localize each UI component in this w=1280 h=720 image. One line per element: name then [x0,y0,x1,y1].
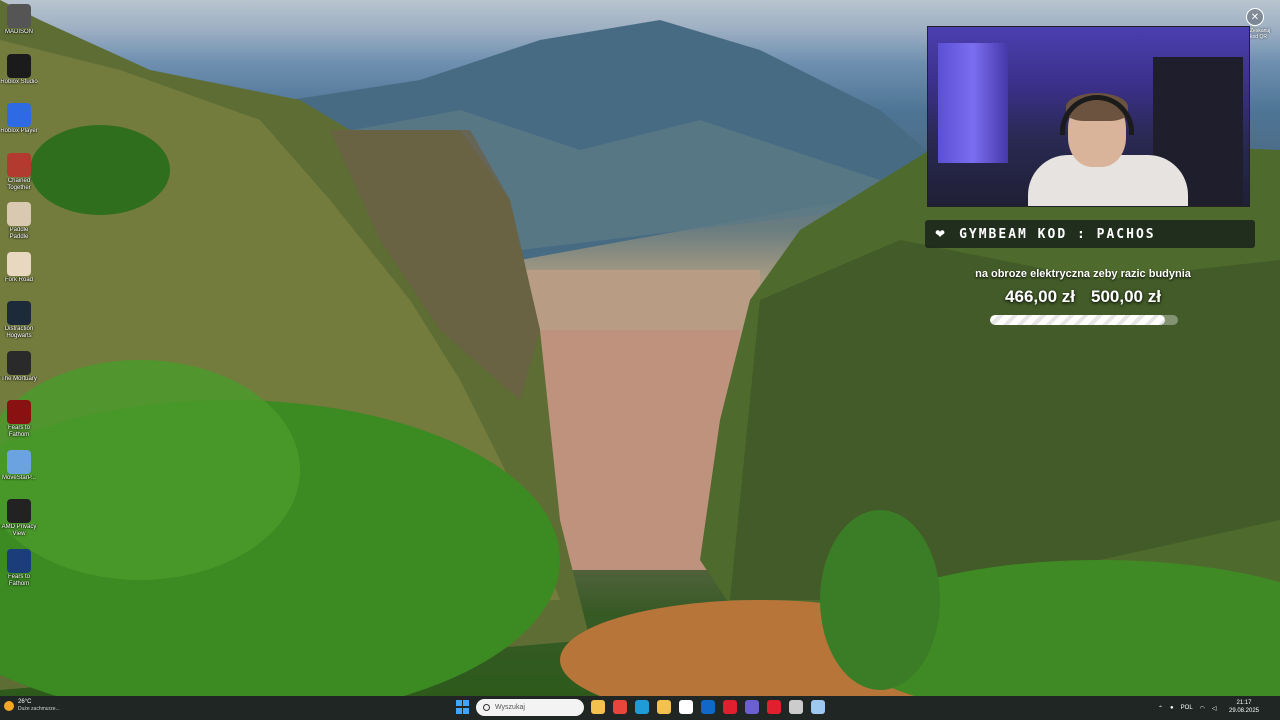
sponsor-banner: ❤ GYMBEAM KOD : PACHOS [925,220,1255,248]
obs-icon[interactable] [789,700,803,714]
desktop-shortcut-label: Paddle Paddle [9,227,29,240]
desktop-shortcut-label: Chained Together [7,177,31,191]
privacy-view-icon [7,499,31,523]
edge-icon[interactable] [635,700,649,714]
madison-icon [7,4,31,28]
desktop-shortcut-label: Roblox Studio [0,78,38,85]
desktop-shortcut-label: Fears to Fathom [7,573,30,587]
desktop-shortcut[interactable]: Fork Road [0,250,38,298]
desktop-shortcut[interactable]: Fears to Fathom [0,547,38,595]
weather-widget[interactable]: 26°C Duże zachmurze... [4,698,60,713]
fears-to-fathom-2-icon [7,548,31,573]
teams-icon[interactable] [745,700,759,714]
weather-icon [4,700,14,711]
desktop-shortcut-label: AMD Privacy View [1,524,37,537]
desktop-shortcut-label: MADISON [4,29,33,35]
clock-time: 21:17 [1236,700,1252,706]
desktop-shortcut-label: The Mortuary [1,375,37,382]
desktop-shortcut[interactable]: Roblox Player [0,101,38,149]
search-placeholder: Wyszukaj [495,704,525,711]
weather-temp: 26°C [18,699,32,705]
desktop-shortcut-label: Distraction Hogwarts [4,326,34,339]
opera-gx-icon[interactable] [767,700,781,714]
opera-icon[interactable] [723,700,737,714]
desktop-shortcut[interactable]: MoveStarP... [0,448,38,496]
webcam-window [938,43,1008,163]
volume-icon[interactable]: ◁ [1212,705,1217,712]
desktop-shortcut[interactable]: Distraction Hogwarts [0,299,38,347]
wifi-icon[interactable]: ◠ [1200,705,1205,712]
search-icon [483,704,490,711]
microphone-icon[interactable]: ● [1170,705,1174,711]
close-circle-icon[interactable]: ✕ [1246,8,1264,26]
file-explorer-icon[interactable] [591,700,605,714]
taskbar: 26°C Duże zachmurze... Wyszukaj ⌃ ● POL … [0,696,1280,720]
desktop-shortcut[interactable]: AMD Privacy View [0,497,38,545]
desktop-shortcut-label: Fears to Fathom [7,425,30,438]
paddle-icon [7,202,31,226]
store-icon[interactable] [679,700,693,714]
movestar-icon [7,449,31,474]
weather-condition: Duże zachmurze... [18,706,60,712]
goal-current: 466,00 zł [1005,287,1075,306]
fears-to-fathom-icon [7,400,31,424]
mortuary-icon [7,350,31,375]
desktop-shortcut-label: Roblox Player [0,128,38,134]
desktop-shortcut-label: MoveStarP... [2,474,36,481]
steam-icon[interactable] [811,700,825,714]
desktop-shortcut[interactable]: Roblox Studio [0,52,38,100]
goal-title: na obroze elektryczna zeby razic budynia [975,268,1191,280]
goal-target: 500,00 zł [1091,287,1161,306]
clock-date: 29.08.2025 [1228,708,1260,714]
chained-together-icon [7,152,31,177]
goal-progress-fill [990,315,1166,325]
desktop-shortcut-label: Fork Road [4,276,33,283]
system-tray: ⌃ ● POL ◠ ◁ [1158,696,1217,720]
heart-icon: ❤ [935,227,946,241]
language-indicator[interactable]: POL [1181,705,1193,711]
sponsor-text: GYMBEAM KOD : PACHOS [959,226,1156,242]
outlook-icon[interactable] [701,700,715,714]
tray-chevron-icon[interactable]: ⌃ [1158,705,1163,712]
clock[interactable]: 21:17 29.08.2025 [1222,699,1266,715]
start-button[interactable] [456,700,470,714]
goal-values: 466,00 zł 500,00 zł [930,287,1236,307]
webcam-feed [927,26,1250,207]
search-box[interactable]: Wyszukaj [476,699,584,716]
corner-label: Zeskanuj kod QR [1250,28,1271,40]
roblox-studio-icon [7,53,31,78]
desktop-shortcut[interactable]: Fears to Fathom [0,398,38,446]
folder-icon[interactable] [657,700,671,714]
hogwarts-icon [7,301,31,325]
desktop-shortcut[interactable]: Chained Together [0,151,38,199]
fork-road-icon [7,251,31,276]
goal-progress-bar [990,315,1178,325]
chrome-icon[interactable] [613,700,627,714]
desktop-shortcut[interactable]: Paddle Paddle [0,200,38,248]
roblox-player-icon [7,103,31,127]
desktop-shortcut[interactable]: MADISON [0,2,38,50]
desktop-shortcut[interactable]: The Mortuary [0,349,38,397]
